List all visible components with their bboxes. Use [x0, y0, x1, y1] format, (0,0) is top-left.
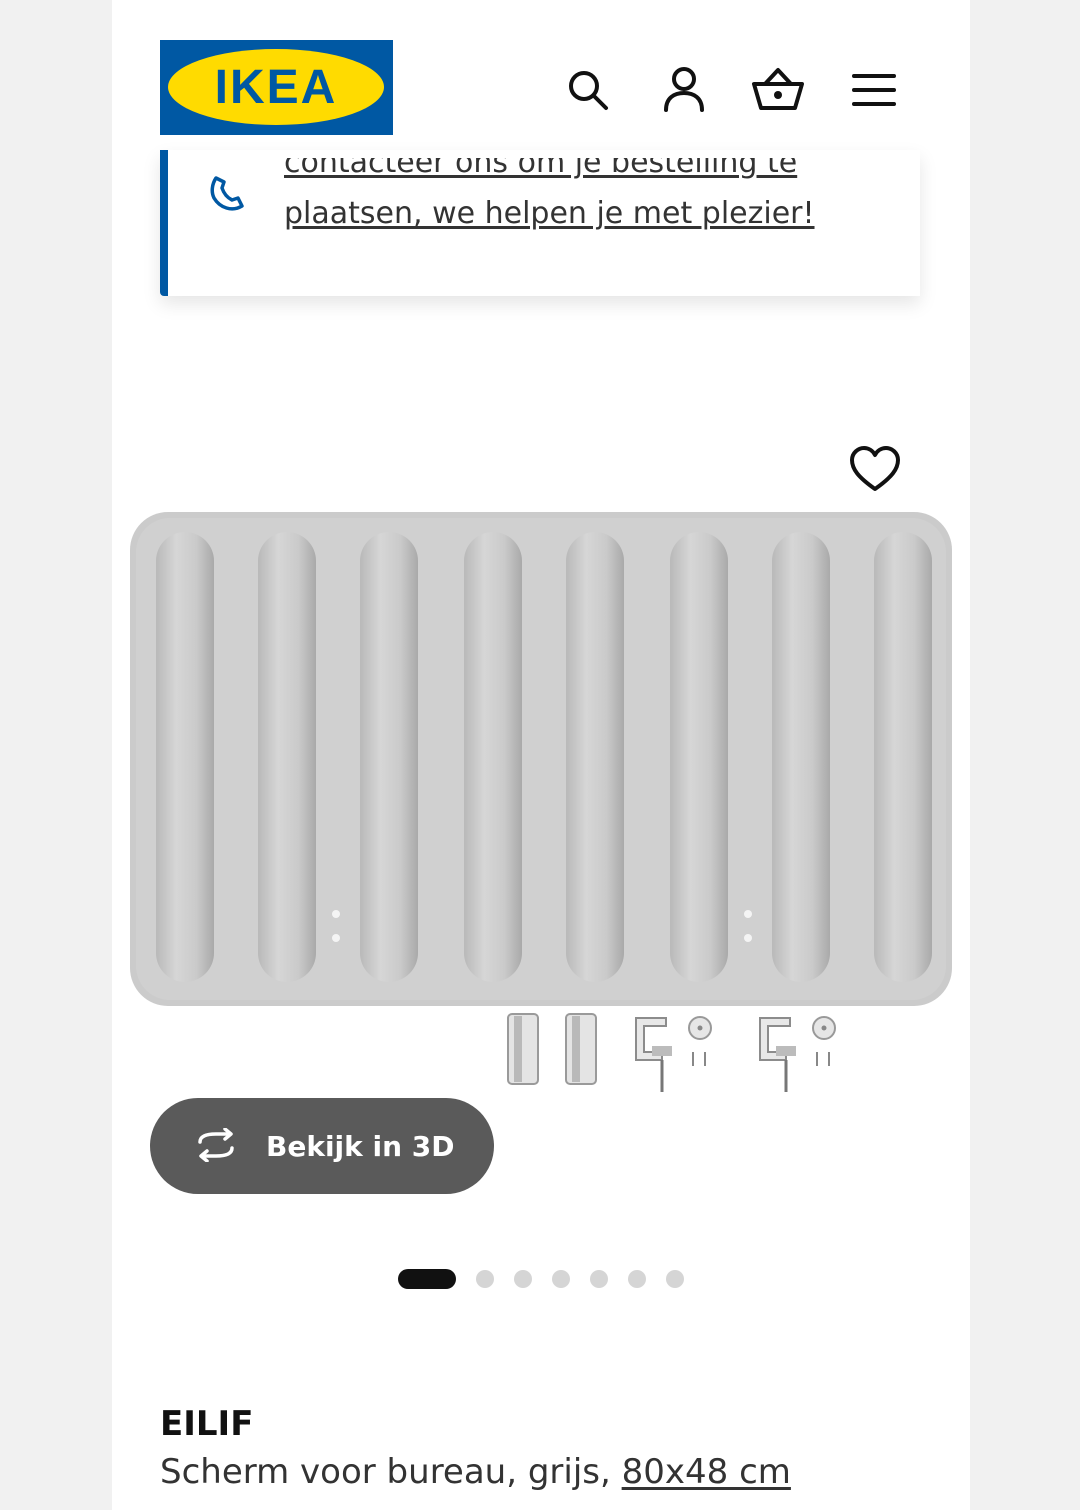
- account-icon[interactable]: [656, 62, 712, 118]
- product-description: Scherm voor bureau, grijs, 80x48 cm: [160, 1452, 791, 1492]
- carousel-dot[interactable]: [666, 1270, 684, 1288]
- carousel-dot[interactable]: [552, 1270, 570, 1288]
- carousel-dot-active[interactable]: [398, 1269, 456, 1289]
- basket-icon[interactable]: [750, 62, 806, 118]
- connector-part: [504, 1012, 544, 1092]
- carousel-dot[interactable]: [590, 1270, 608, 1288]
- notice-link[interactable]: contacteer ons om je bestelling te plaat…: [284, 158, 884, 240]
- search-icon[interactable]: [560, 62, 616, 118]
- product-name: EILIF: [160, 1404, 254, 1444]
- clamp-part: [754, 1012, 854, 1092]
- carousel-pagination: [398, 1268, 704, 1290]
- notice-line-2: plaatsen, we helpen je met plezier!: [284, 196, 815, 231]
- product-description-text: Scherm voor bureau, grijs,: [160, 1452, 611, 1492]
- order-help-notice: contacteer ons om je bestelling te plaat…: [160, 150, 920, 296]
- product-size-link[interactable]: 80x48 cm: [622, 1452, 791, 1492]
- carousel-dot[interactable]: [514, 1270, 532, 1288]
- carousel-dot[interactable]: [628, 1270, 646, 1288]
- carousel-dot[interactable]: [476, 1270, 494, 1288]
- ikea-logo[interactable]: IKEA: [160, 40, 393, 135]
- phone-icon: [208, 168, 252, 212]
- rotate-3d-icon: [192, 1126, 240, 1165]
- product-image[interactable]: [130, 508, 956, 1008]
- clamp-part: [630, 1012, 730, 1092]
- menu-icon[interactable]: [846, 62, 902, 118]
- notice-line-1: contacteer ons om je bestelling te: [284, 158, 798, 180]
- view-3d-button[interactable]: Bekijk in 3D: [150, 1098, 494, 1194]
- logo-text: IKEA: [215, 61, 338, 114]
- connector-part: [562, 1012, 602, 1092]
- heart-icon[interactable]: [848, 444, 902, 494]
- view-3d-label: Bekijk in 3D: [266, 1129, 455, 1163]
- product-page: IKEA contacteer ons om je bestelling te …: [112, 0, 970, 1510]
